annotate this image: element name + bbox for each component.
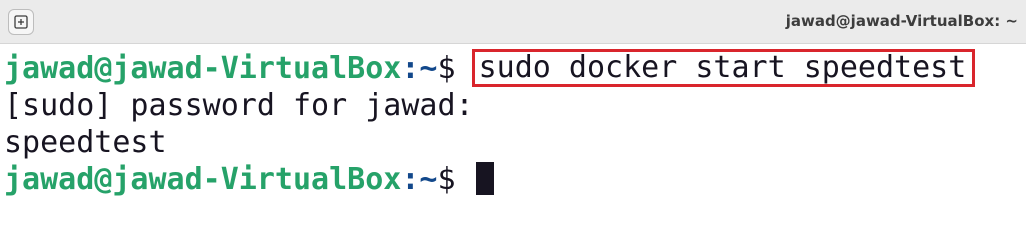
terminal-line-prompt-current: jawad@jawad-VirtualBox:~$ [4, 161, 494, 199]
new-tab-icon [14, 15, 28, 29]
command-highlight-box: sudo docker start speedtest [471, 49, 976, 87]
new-tab-button[interactable] [8, 9, 34, 35]
prompt-path: :~ [401, 51, 438, 86]
terminal-output[interactable]: jawad@jawad-VirtualBox:~$ sudo docker st… [0, 44, 1026, 213]
prompt-path: :~ [401, 162, 438, 197]
terminal-titlebar: jawad@jawad-VirtualBox: ~ [0, 0, 1026, 44]
command-text: sudo docker start speedtest [478, 50, 967, 85]
prompt-user-host: jawad@jawad-VirtualBox [4, 162, 402, 197]
terminal-line-output: speedtest [4, 125, 167, 160]
prompt-user-host: jawad@jawad-VirtualBox [4, 51, 402, 86]
terminal-line-prompt-command: jawad@jawad-VirtualBox:~$ sudo docker st… [4, 49, 976, 88]
window-title: jawad@jawad-VirtualBox: ~ [785, 12, 1018, 30]
text-cursor [475, 162, 494, 195]
terminal-line-sudo-prompt: [sudo] password for jawad: [4, 88, 474, 123]
prompt-symbol: $ [437, 51, 474, 86]
prompt-symbol: $ [437, 162, 474, 197]
